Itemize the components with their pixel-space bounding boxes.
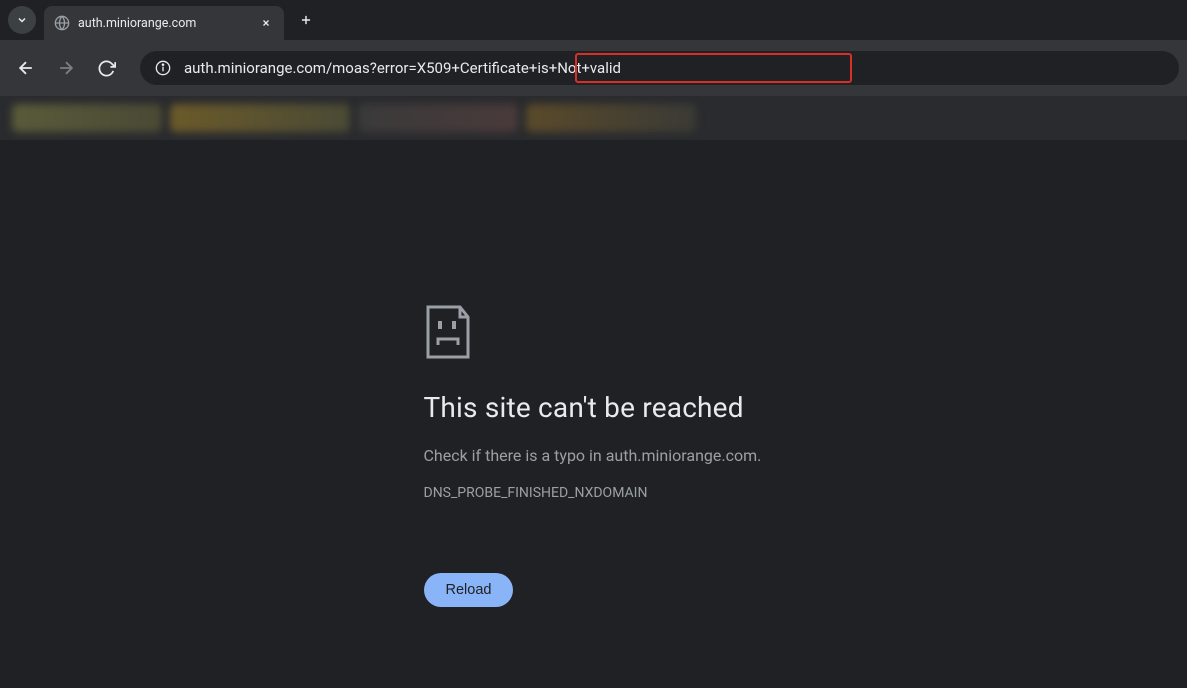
error-subtext: Check if there is a typo in auth.miniora…	[424, 446, 884, 465]
plus-icon	[299, 13, 313, 27]
arrow-right-icon	[56, 58, 76, 78]
reload-nav-button[interactable]	[88, 50, 124, 86]
info-icon	[155, 60, 171, 76]
error-container: This site can't be reached Check if ther…	[424, 305, 884, 688]
bookmark-item[interactable]	[12, 104, 162, 132]
reload-button[interactable]: Reload	[424, 573, 514, 607]
back-button[interactable]	[8, 50, 44, 86]
close-icon	[261, 18, 271, 28]
bookmarks-bar	[0, 96, 1187, 140]
forward-button[interactable]	[48, 50, 84, 86]
toolbar: auth.miniorange.com/moas?error=X509+Cert…	[0, 40, 1187, 96]
url-query: r=X509+Certificate+is+Not+valid	[403, 59, 621, 77]
error-heading: This site can't be reached	[424, 391, 884, 424]
url-text: auth.miniorange.com/moas?error=X509+Cert…	[184, 59, 621, 77]
tab-title: auth.miniorange.com	[78, 16, 250, 31]
page-content: This site can't be reached Check if ther…	[0, 140, 1187, 688]
reload-icon	[97, 59, 116, 78]
error-page-icon	[424, 305, 472, 359]
arrow-left-icon	[16, 58, 36, 78]
chevron-down-icon	[16, 14, 28, 26]
bookmark-item[interactable]	[170, 104, 350, 132]
bookmark-item[interactable]	[526, 104, 696, 132]
browser-tab[interactable]: auth.miniorange.com	[44, 6, 284, 40]
error-code: DNS_PROBE_FINISHED_NXDOMAIN	[424, 485, 884, 501]
bookmark-item[interactable]	[358, 104, 518, 132]
tab-search-dropdown[interactable]	[8, 6, 36, 34]
url-prefix: auth.miniorange.com/moas?erro	[184, 59, 403, 77]
globe-icon	[54, 15, 70, 31]
site-info-button[interactable]	[154, 59, 172, 77]
tab-strip: auth.miniorange.com	[0, 0, 1187, 40]
address-bar[interactable]: auth.miniorange.com/moas?error=X509+Cert…	[140, 51, 1179, 85]
new-tab-button[interactable]	[292, 6, 320, 34]
tab-close-button[interactable]	[258, 15, 274, 31]
